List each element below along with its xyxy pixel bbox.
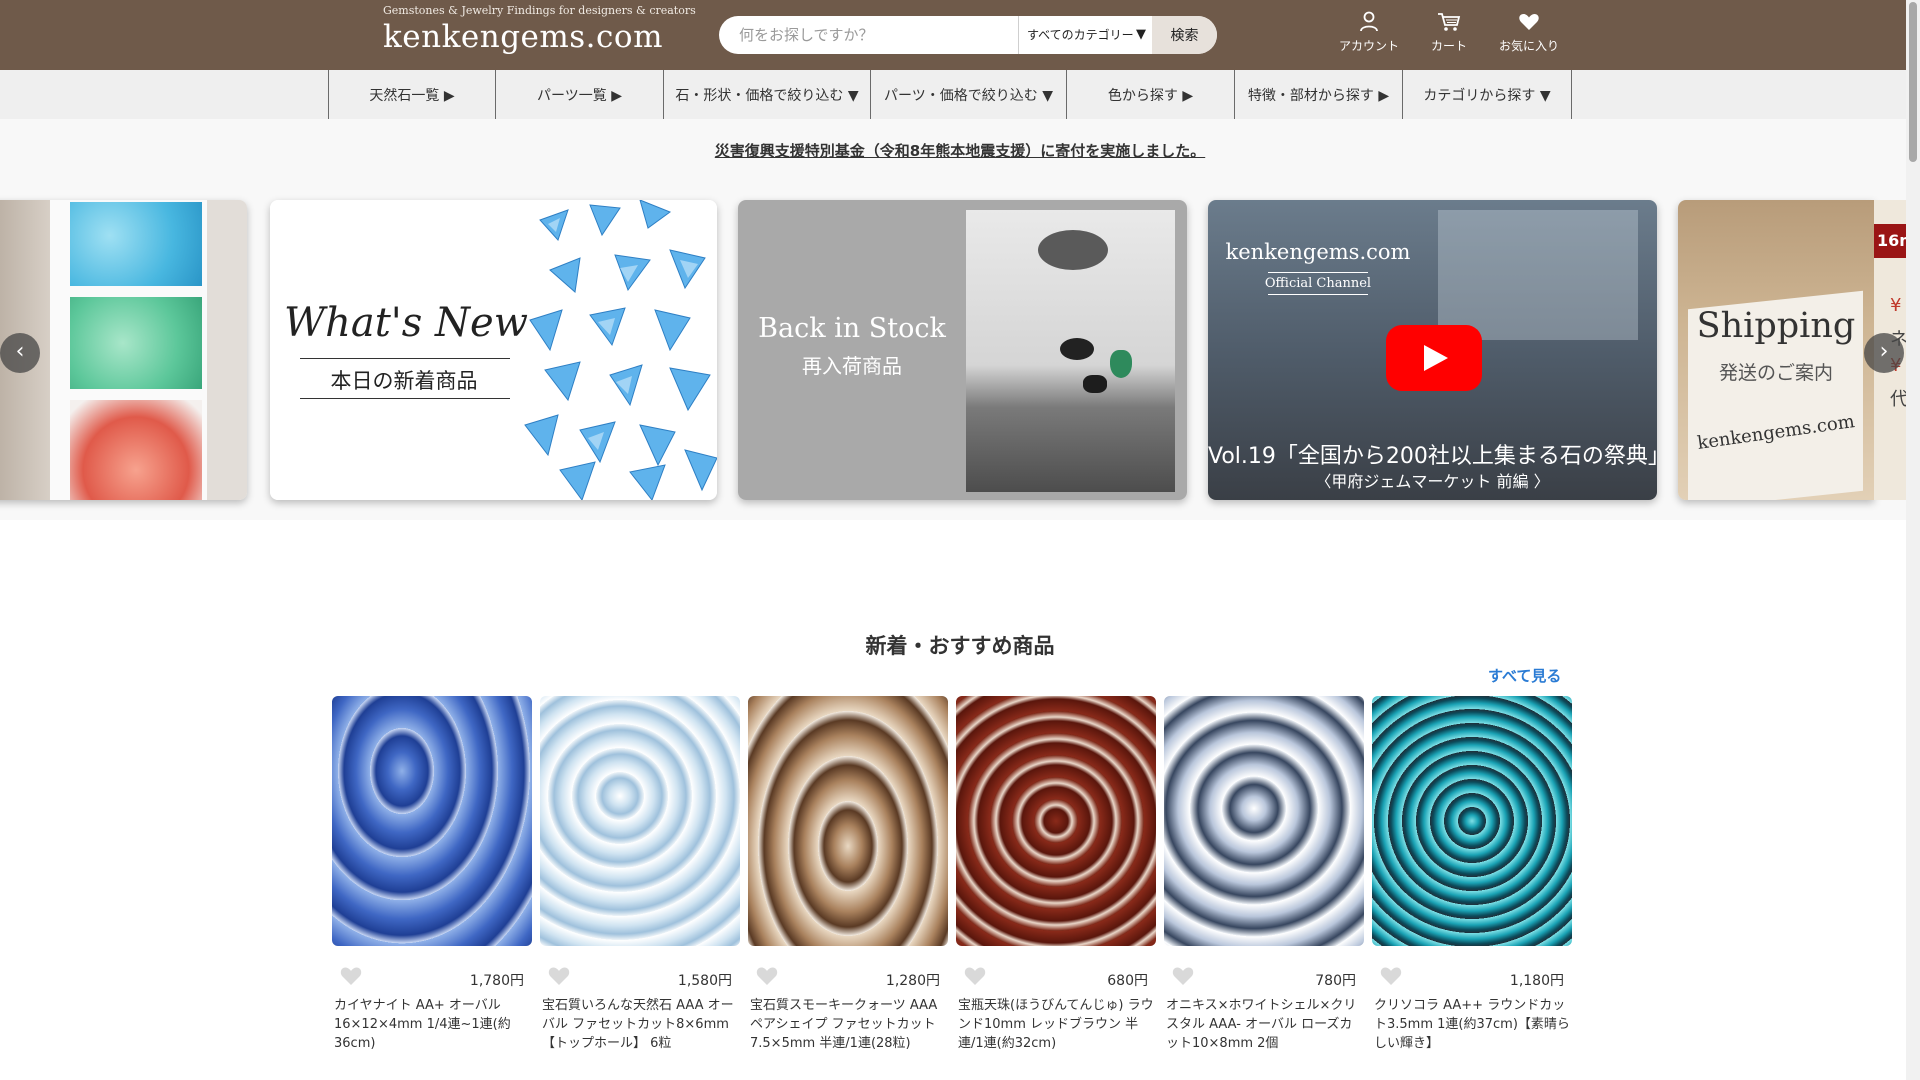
nav-gemstones[interactable]: 天然石一覧 ▶ [329, 70, 496, 119]
product-price: 680円 [1107, 973, 1148, 989]
product-name[interactable]: クリソコラ AA++ ラウンドカット3.5mm 1連(約37cm)【素晴らしい輝… [1372, 996, 1572, 1053]
product-price: 1,580円 [677, 973, 732, 989]
blue-topaz-image [524, 200, 717, 500]
product-price: 780円 [1315, 973, 1356, 989]
back-in-stock-subtitle: 再入荷商品 [802, 354, 902, 378]
nav-by-category[interactable]: カテゴリから探す ▼ [1403, 70, 1572, 119]
favorite-heart-icon[interactable] [962, 964, 988, 988]
product-price: 1,180円 [1509, 973, 1564, 989]
category-select-label: すべてのカテゴリー [1027, 28, 1134, 42]
search-button[interactable]: 検索 [1152, 16, 1217, 54]
account-label: アカウント [1338, 39, 1399, 53]
carousel-prev-button[interactable]: ‹ [0, 333, 40, 373]
favorites-link[interactable]: お気に入り [1489, 8, 1569, 54]
carousel-next-button[interactable]: › [1864, 333, 1904, 373]
main-nav: 天然石一覧 ▶ パーツ一覧 ▶ 石・形状・価格で絞り込む ▼ パーツ・価格で絞り… [0, 70, 1920, 119]
shipping-subtitle: 発送のご案内 [1718, 362, 1833, 384]
product-image[interactable] [540, 696, 740, 946]
product-card: 780円 オニキス×ホワイトシェル×クリスタル AAA- オーバル ローズカット… [1164, 696, 1364, 1053]
play-icon[interactable] [1386, 325, 1482, 391]
nav-filter-parts[interactable]: パーツ・価格で絞り込む ▼ [871, 70, 1067, 119]
edge-char-1: ¥ [1890, 295, 1902, 316]
see-all-link[interactable]: すべて見る [1488, 665, 1561, 686]
page-scrollbar[interactable] [1906, 0, 1920, 1080]
logo-tagline: Gemstones & Jewelry Findings for designe… [383, 4, 696, 17]
product-price: 1,780円 [469, 973, 524, 989]
product-name[interactable]: オニキス×ホワイトシェル×クリスタル AAA- オーバル ローズカット10×8m… [1164, 996, 1364, 1053]
product-image[interactable] [332, 696, 532, 946]
scrollbar-thumb[interactable] [1909, 2, 1917, 162]
account-link[interactable]: アカウント [1329, 8, 1409, 54]
product-name[interactable]: 宝石質いろんな天然石 AAA オーバル ファセットカット8×6mm【トップホール… [540, 996, 740, 1053]
favorite-heart-icon[interactable] [1170, 964, 1196, 988]
product-name[interactable]: 宝石質スモーキークォーツ AAA ペアシェイプ ファセットカット 7.5×5mm… [748, 996, 948, 1053]
nav-parts[interactable]: パーツ一覧 ▶ [496, 70, 664, 119]
search-bar: すべてのカテゴリー ▼ 検索 [719, 16, 1217, 54]
product-name[interactable]: カイヤナイト AA+ オーバル 16×12×4mm 1/4連~1連(約36cm) [332, 996, 532, 1053]
slide-shipping[interactable]: Shipping 発送のご案内 kenkengems.com [1678, 200, 1874, 500]
video-channel: Official Channel [1264, 276, 1372, 291]
edge-label: 16m [1874, 224, 1906, 258]
product-card: 1,780円 カイヤナイト AA+ オーバル 16×12×4mm 1/4連~1連… [332, 696, 532, 1053]
site-header: Gemstones & Jewelry Findings for designe… [0, 0, 1920, 70]
product-image[interactable] [956, 696, 1156, 946]
favorite-heart-icon[interactable] [338, 964, 364, 988]
nav-by-color[interactable]: 色から探す ▶ [1067, 70, 1235, 119]
product-image[interactable] [748, 696, 948, 946]
product-image[interactable] [1164, 696, 1364, 946]
slide-whats-new[interactable]: What's New 本日の新着商品 [270, 200, 717, 500]
video-brand: kenkengems.com [1225, 240, 1411, 264]
product-image[interactable] [1372, 696, 1572, 946]
cart-link[interactable]: カート [1409, 8, 1489, 54]
search-input[interactable] [719, 16, 1018, 54]
product-card: 1,580円 宝石質いろんな天然石 AAA オーバル ファセットカット8×6mm… [540, 696, 740, 1053]
favorite-heart-icon[interactable] [546, 964, 572, 988]
favorite-heart-icon[interactable] [754, 964, 780, 988]
site-logo[interactable]: kenkengems.com [383, 19, 662, 55]
edge-char-4: 代 [1890, 389, 1906, 410]
favorites-label: お気に入り [1498, 39, 1559, 53]
product-card: 680円 宝瓶天珠(ほうびんてんじゅ) ラウンド10mm レッドブラウン 半連/… [956, 696, 1156, 1053]
product-name[interactable]: 宝瓶天珠(ほうびんてんじゅ) ラウンド10mm レッドブラウン 半連/1連(約3… [956, 996, 1156, 1053]
nav-by-feature[interactable]: 特徴・部材から探す ▶ [1235, 70, 1403, 119]
product-price: 1,280円 [885, 973, 940, 989]
slide-youtube-video[interactable]: kenkengems.com Official Channel Vol.19「全… [1208, 200, 1657, 500]
notice-bar: 災害復興支援特別基金（令和8年熊本地震支援）に寄付を実施しました。 [0, 119, 1920, 180]
whats-new-subtitle: 本日の新着商品 [330, 369, 478, 393]
category-select[interactable]: すべてのカテゴリー ▼ [1018, 16, 1152, 54]
user-icon [1360, 11, 1378, 32]
back-in-stock-title: Back in Stock [758, 313, 946, 344]
whats-new-title: What's New [284, 300, 528, 346]
shipping-title: Shipping [1696, 306, 1856, 346]
product-card: 1,180円 クリソコラ AA++ ラウンドカット3.5mm 1連(約37cm)… [1372, 696, 1572, 1053]
cart-icon [1438, 13, 1461, 31]
nav-filter-stones[interactable]: 石・形状・価格で絞り込む ▼ [664, 70, 871, 119]
banner-carousel: What's New 本日の新着商品 Back in Stock 再入荷商品 k… [0, 180, 1920, 520]
video-subtitle: 〈甲府ジェムマーケット 前編 〉 [1315, 472, 1550, 491]
slide-back-in-stock[interactable]: Back in Stock 再入荷商品 [738, 200, 1187, 500]
cart-label: カート [1430, 39, 1467, 53]
product-card: 1,280円 宝石質スモーキークォーツ AAA ペアシェイプ ファセットカット … [748, 696, 948, 1053]
section-title: 新着・おすすめ商品 [865, 634, 1055, 658]
donation-notice-link[interactable]: 災害復興支援特別基金（令和8年熊本地震支援）に寄付を実施しました。 [715, 140, 1205, 161]
chevron-down-icon: ▼ [1136, 27, 1146, 42]
video-title: Vol.19「全国から200社以上集まる石の祭典」 [1208, 444, 1657, 469]
heart-icon [1519, 14, 1539, 30]
favorite-heart-icon[interactable] [1378, 964, 1404, 988]
